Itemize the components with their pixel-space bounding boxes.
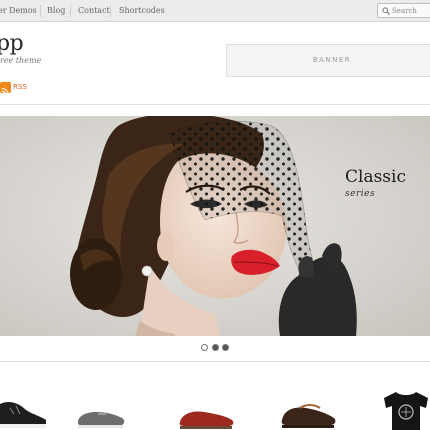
- site-tagline: ree theme: [0, 56, 42, 65]
- rss-icon[interactable]: [0, 82, 11, 96]
- nav-item-contact[interactable]: Contact: [78, 0, 110, 22]
- slide-image: [0, 116, 430, 336]
- slider-dot-3[interactable]: [222, 344, 229, 351]
- banner-label: BANNER: [312, 56, 352, 64]
- search-icon: [382, 7, 390, 15]
- slider-dot-1[interactable]: [201, 344, 208, 351]
- black-tshirt-icon[interactable]: [382, 392, 430, 430]
- site-title[interactable]: pp: [0, 31, 24, 56]
- black-sneaker-icon[interactable]: [0, 392, 48, 430]
- search-input[interactable]: [392, 4, 430, 17]
- nav-separator: [40, 5, 41, 17]
- slide-caption-title: Classic: [345, 167, 406, 187]
- header-divider: [0, 104, 430, 105]
- gray-sneaker-icon[interactable]: [76, 392, 126, 430]
- banner-ad[interactable]: BANNER: [226, 44, 430, 77]
- brown-brogue-icon[interactable]: [280, 392, 338, 430]
- slider-divider: [0, 361, 430, 362]
- nav-separator: [110, 5, 111, 17]
- nav-separator: [70, 5, 71, 17]
- nav-item-shortcodes[interactable]: Shortcodes: [119, 0, 165, 22]
- rss-link[interactable]: RSS: [13, 82, 27, 93]
- nav-item-demos[interactable]: er Demos: [0, 0, 37, 22]
- slide-caption-subtitle: series: [345, 189, 376, 199]
- top-navigation-bar: er Demos Blog Contact Shortcodes: [0, 0, 430, 22]
- slider-dot-2[interactable]: [212, 344, 219, 351]
- hero-slider[interactable]: Classic series: [0, 116, 430, 336]
- red-loafer-icon[interactable]: [178, 392, 236, 430]
- search-box[interactable]: [377, 3, 430, 18]
- nav-item-blog[interactable]: Blog: [47, 0, 65, 22]
